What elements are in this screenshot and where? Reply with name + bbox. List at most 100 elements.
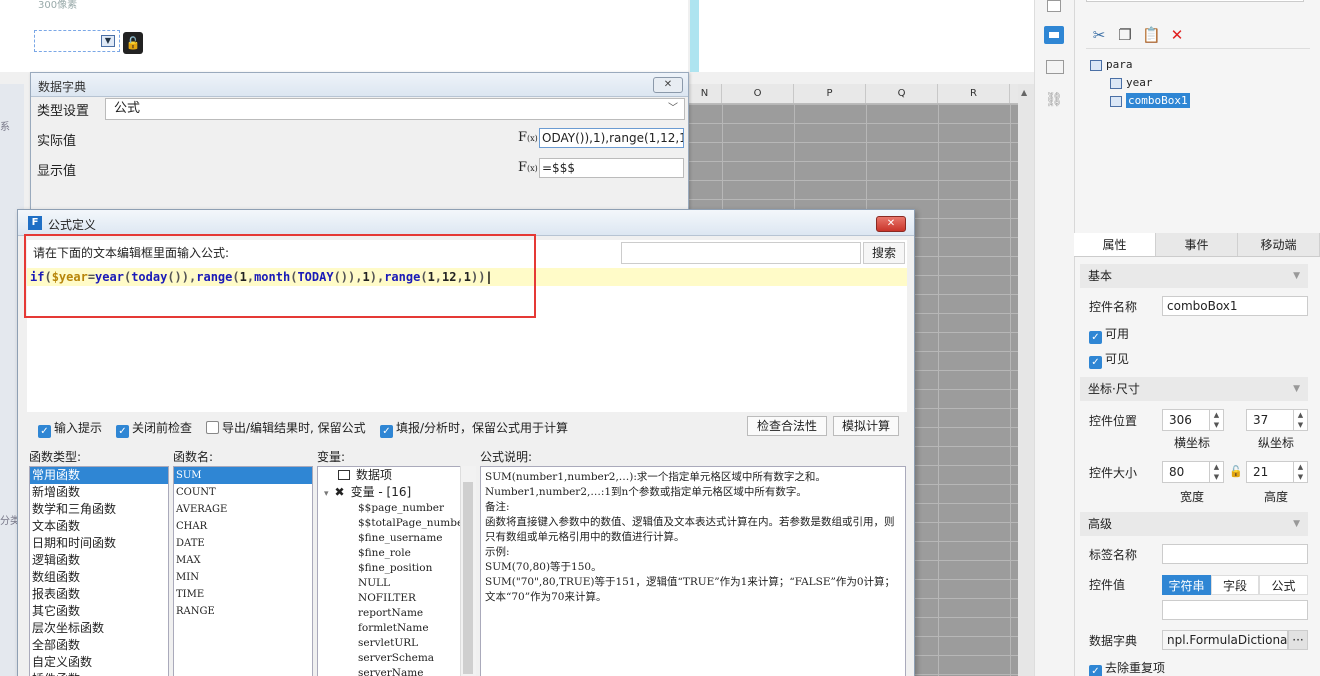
display-value-field[interactable]: =$$$ [539, 158, 684, 178]
variable-tree[interactable]: 数据项 ▾ ✖ 变量 - [16] $$page_number $$totalPage… [317, 466, 476, 676]
variable-item[interactable]: servletURL [318, 636, 475, 651]
column-header[interactable]: P [794, 84, 866, 103]
dict-more-button[interactable]: ··· [1288, 630, 1308, 650]
value-mode-field[interactable]: 字段 [1211, 575, 1259, 595]
close-button[interactable]: ✕ [876, 216, 906, 232]
function-item[interactable]: CHAR [174, 518, 312, 535]
value-mode-formula[interactable]: 公式 [1259, 575, 1308, 595]
category-item[interactable]: 插件函数 [30, 671, 168, 676]
link-icon[interactable]: ⛓ [1044, 92, 1064, 110]
function-list[interactable]: SUM COUNT AVERAGE CHAR DATE MAX MIN TIME RANGE [173, 466, 313, 676]
pos-y-stepper[interactable]: 37 ▲ ▼ [1246, 409, 1308, 431]
check-validity-button[interactable]: 检查合法性 [747, 416, 827, 436]
category-item[interactable]: 日期和时间函数 [30, 535, 168, 552]
tab-mobile[interactable]: 移动端 [1238, 233, 1320, 256]
variable-item[interactable]: formletName [318, 621, 475, 636]
category-item[interactable]: 其它函数 [30, 603, 168, 620]
section-basic[interactable]: 基本 ▼ [1080, 264, 1308, 288]
cut-icon[interactable]: ✂ [1090, 26, 1108, 44]
lock-icon[interactable]: 🔓 [123, 32, 143, 54]
stepper-arrows-icon[interactable]: ▲ ▼ [1293, 462, 1307, 482]
function-item[interactable]: RANGE [174, 603, 312, 620]
dict-input[interactable]: npl.FormulaDictionary [1162, 630, 1288, 650]
canvas-splitter[interactable] [690, 0, 699, 72]
search-button[interactable]: 搜索 [863, 242, 905, 264]
column-header[interactable]: Q [866, 84, 938, 103]
category-item[interactable]: 逻辑函数 [30, 552, 168, 569]
function-item[interactable]: COUNT [174, 484, 312, 501]
tree-item-combobox1[interactable]: comboBox1 [1110, 93, 1190, 108]
option-keep-formula-fill[interactable]: ✓ 填报/分析时，保留公式用于计算 [380, 419, 568, 438]
column-header[interactable]: R [938, 84, 1010, 103]
option-check-on-close[interactable]: ✓ 关闭前检查 [116, 419, 192, 438]
expand-chevron-icon[interactable]: ▾ [324, 489, 329, 499]
tree-item-year[interactable]: year [1110, 76, 1153, 89]
scroll-up-icon[interactable]: ▲ [1021, 88, 1027, 97]
tab-properties[interactable]: 属性 [1074, 233, 1156, 256]
category-item[interactable]: 新增函数 [30, 484, 168, 501]
variable-item[interactable]: serverName [318, 666, 475, 676]
tree-node-data-items[interactable]: 数据项 [318, 467, 475, 484]
category-item[interactable]: 数学和三角函数 [30, 501, 168, 518]
variable-item[interactable]: $fine_position [318, 561, 475, 576]
category-item[interactable]: 层次坐标函数 [30, 620, 168, 637]
column-header[interactable]: N [688, 84, 722, 103]
column-header[interactable]: O [722, 84, 794, 103]
function-item[interactable]: MAX [174, 552, 312, 569]
variable-item[interactable]: $fine_role [318, 546, 475, 561]
fx-icon[interactable]: F(x) [518, 130, 538, 145]
category-item[interactable]: 自定义函数 [30, 654, 168, 671]
value-input[interactable] [1162, 600, 1308, 620]
selected-combobox-widget[interactable]: ▼ [34, 30, 120, 52]
simulate-button[interactable]: 模拟计算 [833, 416, 899, 436]
function-item[interactable]: TIME [174, 586, 312, 603]
scroll-thumb[interactable] [463, 482, 473, 674]
variable-item[interactable]: serverSchema [318, 651, 475, 666]
pos-x-stepper[interactable]: 306 ▲ ▼ [1162, 409, 1224, 431]
stepper-arrows-icon[interactable]: ▲ ▼ [1209, 410, 1223, 430]
function-item[interactable]: AVERAGE [174, 501, 312, 518]
combobox-tool-icon[interactable] [1044, 26, 1064, 44]
stepper-arrows-icon[interactable]: ▲ ▼ [1293, 410, 1307, 430]
visible-checkbox[interactable]: ✓ 可见 [1089, 350, 1129, 369]
page-icon[interactable] [1047, 0, 1061, 12]
option-input-hint[interactable]: ✓ 输入提示 [38, 419, 102, 438]
height-stepper[interactable]: 21 ▲ ▼ [1246, 461, 1308, 483]
variable-item[interactable]: $$totalPage_number [318, 516, 475, 531]
function-item[interactable]: SUM [174, 467, 312, 484]
category-item[interactable]: 报表函数 [30, 586, 168, 603]
fx-icon[interactable]: F(x) [518, 160, 538, 175]
variable-item[interactable]: $fine_username [318, 531, 475, 546]
actual-value-field[interactable]: ODAY()),1),range(1,12,1)) [539, 128, 684, 148]
dialog-titlebar[interactable]: F 公式定义 ✕ [18, 210, 914, 236]
type-select[interactable]: 公式 ﹀ [105, 98, 685, 120]
copy-icon[interactable]: ❐ [1116, 26, 1134, 44]
search-input[interactable] [621, 242, 861, 264]
dedupe-checkbox[interactable]: ✓ 去除重复项 [1089, 659, 1165, 676]
category-item[interactable]: 常用函数 [30, 467, 168, 484]
tag-input[interactable] [1162, 544, 1308, 564]
name-input[interactable]: comboBox1 [1162, 296, 1308, 316]
function-item[interactable]: MIN [174, 569, 312, 586]
variable-item[interactable]: NOFILTER [318, 591, 475, 606]
grid-vertical-scrollbar[interactable]: ▲ [1018, 84, 1034, 676]
category-item[interactable]: 文本函数 [30, 518, 168, 535]
value-mode-string[interactable]: 字符串 [1162, 575, 1211, 595]
lock-ratio-icon[interactable]: 🔓 [1229, 465, 1243, 478]
variable-item[interactable]: reportName [318, 606, 475, 621]
function-item[interactable]: DATE [174, 535, 312, 552]
category-item[interactable]: 数组函数 [30, 569, 168, 586]
dialog-titlebar[interactable]: 数据字典 ✕ [31, 73, 688, 97]
close-button[interactable]: ✕ [653, 77, 683, 93]
variable-item[interactable]: $$page_number [318, 501, 475, 516]
width-stepper[interactable]: 80 ▲ ▼ [1162, 461, 1224, 483]
design-canvas[interactable]: 300像素 ▼ 🔓 [0, 0, 688, 72]
section-advanced[interactable]: 高级 ▼ [1080, 512, 1308, 536]
tree-root[interactable]: para [1090, 58, 1133, 71]
section-coords[interactable]: 坐标·尺寸 ▼ [1080, 377, 1308, 401]
tree-node-variables[interactable]: ▾ ✖ 变量 - [16] [318, 484, 475, 501]
tab-events[interactable]: 事件 [1156, 233, 1238, 256]
option-keep-formula-export[interactable]: 导出/编辑结果时, 保留公式 [206, 419, 366, 436]
delete-icon[interactable]: ✕ [1168, 26, 1186, 44]
category-list[interactable]: 常用函数 新增函数 数学和三角函数 文本函数 日期和时间函数 逻辑函数 数组函数 报表函数 其它… [29, 466, 169, 676]
